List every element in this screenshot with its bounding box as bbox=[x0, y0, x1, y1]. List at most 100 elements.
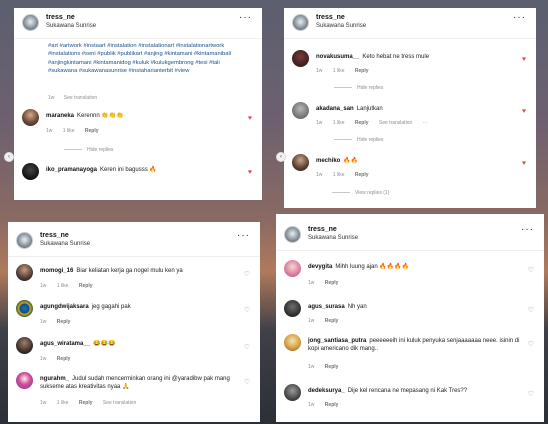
commenter-avatar[interactable] bbox=[16, 337, 33, 354]
commenter-avatar[interactable] bbox=[16, 264, 33, 281]
comment-username[interactable]: ngurahm_ bbox=[40, 376, 69, 382]
see-translation-link[interactable]: See translation bbox=[379, 120, 412, 126]
commenter-avatar[interactable] bbox=[22, 109, 39, 126]
heart-icon[interactable]: ♥ bbox=[522, 108, 526, 115]
post-header: tress_ne Sukawana Sunrise ··· bbox=[276, 220, 544, 251]
caption-hashtags: #art #artwork #instaart #instalation #in… bbox=[48, 43, 232, 74]
reply-button[interactable]: Reply bbox=[57, 319, 71, 325]
more-options-icon[interactable]: ··· bbox=[513, 13, 526, 23]
hide-replies-button[interactable]: Hide replies bbox=[334, 137, 383, 143]
author-avatar[interactable] bbox=[284, 226, 301, 243]
post-location[interactable]: Sukawana Sunrise bbox=[46, 23, 96, 29]
reply-button[interactable]: Reply bbox=[325, 318, 339, 324]
heart-outline-icon[interactable]: ♡ bbox=[528, 340, 534, 348]
commenter-avatar[interactable] bbox=[22, 163, 39, 180]
comment-likes[interactable]: 1 like bbox=[333, 120, 345, 126]
commenter-avatar[interactable] bbox=[292, 102, 309, 119]
author-avatar[interactable] bbox=[292, 14, 309, 31]
more-options-icon[interactable]: ··· bbox=[423, 120, 428, 126]
comment-likes[interactable]: 1 like bbox=[333, 68, 345, 74]
comment-username[interactable]: akadana_san bbox=[316, 106, 354, 112]
commenter-avatar[interactable] bbox=[16, 300, 33, 317]
comment-time: 1w bbox=[308, 364, 315, 370]
hide-replies-button[interactable]: Hide replies bbox=[334, 85, 383, 91]
more-options-icon[interactable]: ··· bbox=[237, 231, 250, 241]
reply-button[interactable]: Reply bbox=[355, 120, 369, 126]
heart-outline-icon[interactable]: ♡ bbox=[528, 266, 534, 274]
heart-icon[interactable]: ♥ bbox=[248, 115, 252, 122]
reply-button[interactable]: Reply bbox=[325, 402, 339, 408]
comment-username[interactable]: agus_wiratama__ bbox=[40, 341, 90, 347]
comment-likes[interactable]: 1 like bbox=[57, 283, 69, 289]
comment-likes[interactable]: 1 like bbox=[63, 128, 75, 134]
post-location[interactable]: Sukawana Sunrise bbox=[308, 235, 358, 241]
author-username[interactable]: tress_ne bbox=[40, 232, 69, 239]
reply-button[interactable]: Reply bbox=[355, 68, 369, 74]
comment-username[interactable]: maraneka bbox=[46, 113, 74, 119]
comment-username[interactable]: iko_pramanayoga bbox=[46, 167, 97, 173]
reply-button[interactable]: Reply bbox=[79, 283, 93, 289]
commenter-avatar[interactable] bbox=[284, 300, 301, 317]
comment-likes[interactable]: 1 like bbox=[333, 172, 345, 178]
author-avatar[interactable] bbox=[22, 14, 39, 31]
commenter-avatar[interactable] bbox=[284, 334, 301, 351]
commenter-avatar[interactable] bbox=[292, 50, 309, 67]
heart-outline-icon[interactable]: ♡ bbox=[528, 390, 534, 398]
comments-panel-3: tress_ne Sukawana Sunrise ··· momogi_16 B… bbox=[8, 222, 260, 422]
comment-likes[interactable]: 1 like bbox=[57, 400, 69, 406]
hide-replies-button[interactable]: Hide replies bbox=[64, 147, 113, 153]
heart-icon[interactable]: ♥ bbox=[522, 56, 526, 63]
heart-outline-icon[interactable]: ♡ bbox=[244, 378, 250, 386]
comment-time: 1w bbox=[40, 319, 47, 325]
post-location[interactable]: Sukawana Sunrise bbox=[40, 241, 90, 247]
view-replies-label: View replies (1) bbox=[355, 190, 390, 196]
comment-text: Lanjutkan bbox=[356, 106, 383, 112]
comment-username[interactable]: mechiko bbox=[316, 158, 340, 164]
author-username[interactable]: tress_ne bbox=[316, 14, 345, 21]
commenter-avatar[interactable] bbox=[292, 154, 309, 171]
author-username[interactable]: tress_ne bbox=[46, 14, 75, 21]
scroll-left-icon[interactable]: ‹ bbox=[4, 152, 14, 162]
hide-replies-label: Hide replies bbox=[357, 137, 384, 143]
hide-replies-label: Hide replies bbox=[87, 147, 114, 153]
comment-username[interactable]: momogi_16 bbox=[40, 268, 73, 274]
comment-text: Keto hebat ne tress mule bbox=[362, 54, 430, 60]
post-header: tress_ne Sukawana Sunrise ··· bbox=[8, 226, 260, 257]
comment-username[interactable]: dedeksurya_ bbox=[308, 388, 345, 394]
heart-outline-icon[interactable]: ♡ bbox=[244, 306, 250, 314]
see-translation-link[interactable]: See translation bbox=[103, 400, 136, 406]
comment-text: Nh yan bbox=[347, 304, 367, 310]
comment-text: Kerennn 👏👏👏 bbox=[77, 113, 124, 119]
reply-button[interactable]: Reply bbox=[79, 400, 93, 406]
heart-icon[interactable]: ♥ bbox=[248, 169, 252, 176]
author-avatar[interactable] bbox=[16, 232, 33, 249]
more-options-icon[interactable]: ··· bbox=[239, 13, 252, 23]
comment-username[interactable]: novakusuma__ bbox=[316, 54, 359, 60]
heart-outline-icon[interactable]: ♡ bbox=[244, 270, 250, 278]
view-replies-button[interactable]: View replies (1) bbox=[332, 190, 389, 196]
see-translation-link[interactable]: See translation bbox=[64, 95, 97, 101]
comment-time: 1w bbox=[46, 128, 53, 134]
reply-button[interactable]: Reply bbox=[85, 128, 99, 134]
commenter-avatar[interactable] bbox=[284, 260, 301, 277]
reply-button[interactable]: Reply bbox=[57, 356, 71, 362]
reply-button[interactable]: Reply bbox=[325, 280, 339, 286]
more-options-icon[interactable]: ··· bbox=[521, 225, 534, 235]
comment-username[interactable]: jong_santiasa_putra bbox=[308, 338, 366, 344]
reply-button[interactable]: Reply bbox=[325, 364, 339, 370]
heart-icon[interactable]: ♥ bbox=[522, 160, 526, 167]
commenter-avatar[interactable] bbox=[284, 384, 301, 401]
scroll-left-icon[interactable]: ‹ bbox=[276, 152, 286, 162]
reply-button[interactable]: Reply bbox=[355, 172, 369, 178]
post-location[interactable]: Sukawana Sunrise bbox=[316, 23, 366, 29]
author-username[interactable]: tress_ne bbox=[308, 226, 337, 233]
comment-time: 1w bbox=[316, 68, 323, 74]
commenter-avatar[interactable] bbox=[16, 372, 33, 389]
comment-username[interactable]: agungdwijaksara bbox=[40, 304, 89, 310]
caption-time: 1w bbox=[48, 95, 55, 101]
heart-outline-icon[interactable]: ♡ bbox=[244, 343, 250, 351]
comment-username[interactable]: devygita bbox=[308, 264, 332, 270]
comment-username[interactable]: agus_surasa bbox=[308, 304, 345, 310]
heart-outline-icon[interactable]: ♡ bbox=[528, 306, 534, 314]
comment-time: 1w bbox=[308, 280, 315, 286]
